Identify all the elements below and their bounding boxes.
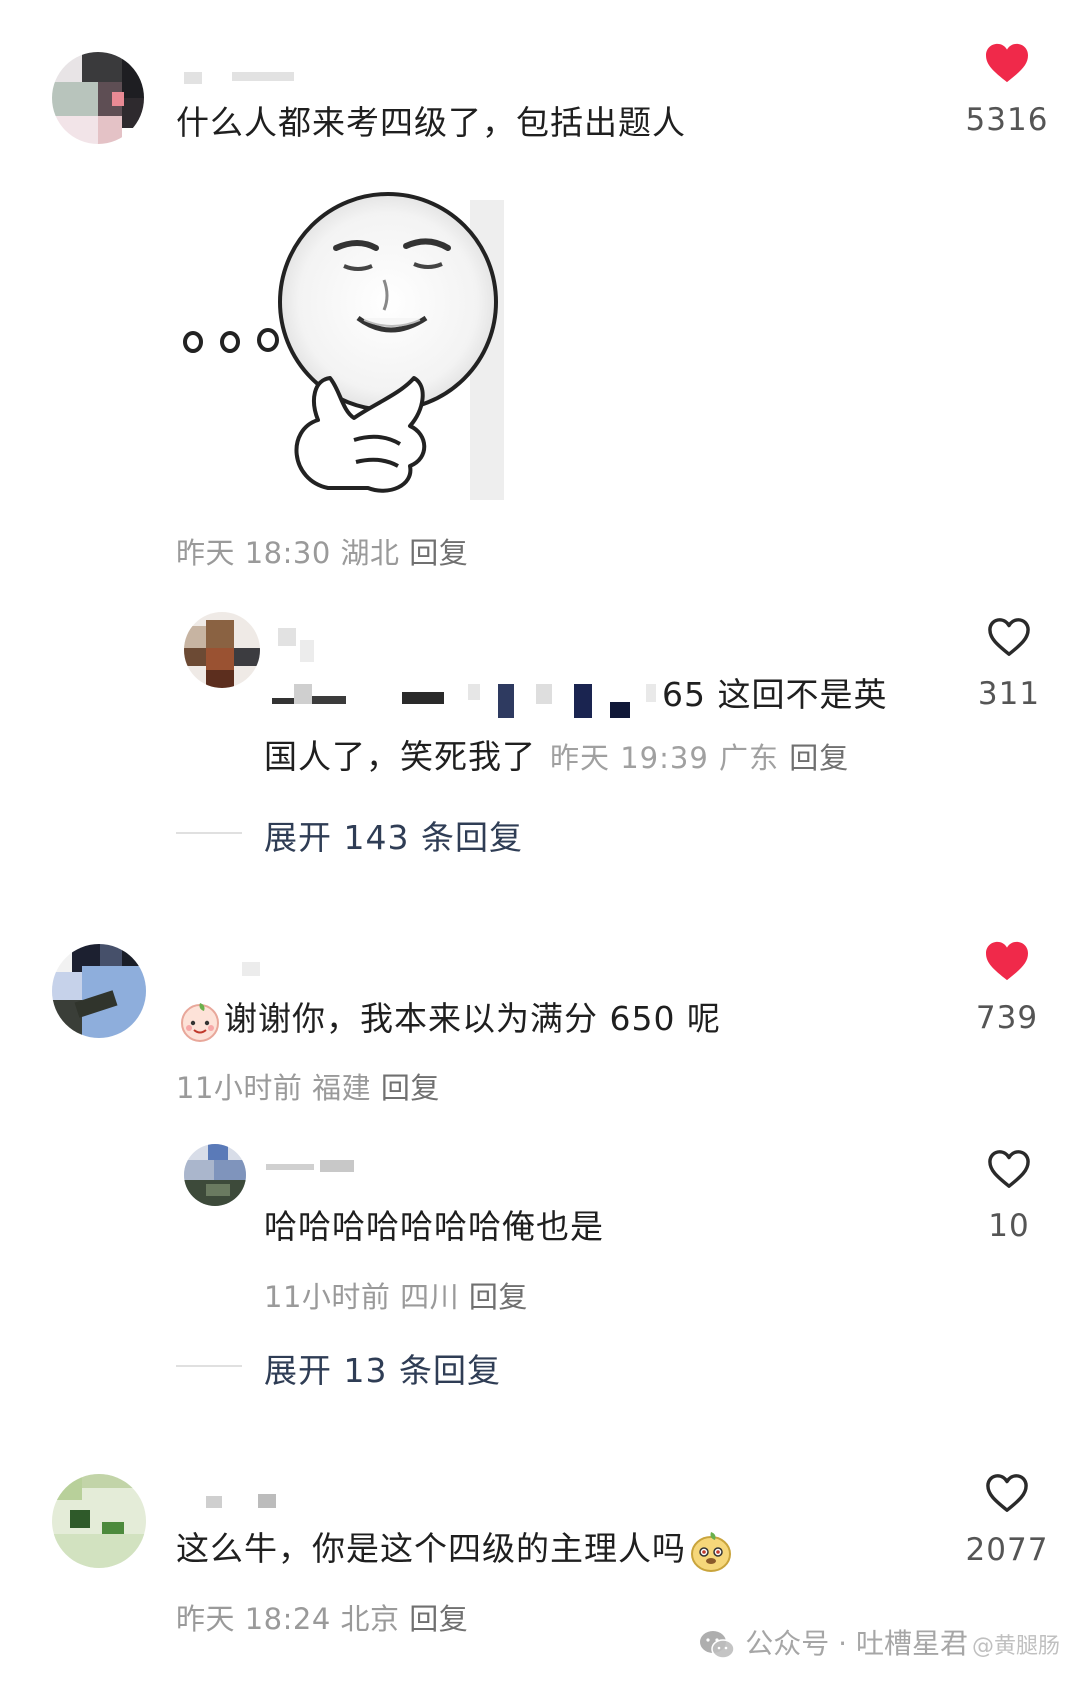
watermark-text: 公众号 · 吐槽星君: [745, 1627, 968, 1660]
avatar[interactable]: [52, 52, 144, 144]
wechat-icon: [700, 1631, 736, 1659]
username-redacted[interactable]: [258, 1494, 276, 1508]
reply-button[interactable]: 回复: [469, 1280, 528, 1314]
comment-text: 谢谢你，我本来以为满分 650 呢: [176, 990, 721, 1048]
username-redacted[interactable]: [206, 1496, 222, 1508]
username-redacted[interactable]: [320, 1160, 354, 1172]
reply-text: 国人了，笑死我了: [264, 737, 536, 776]
comment-text-body: 这么牛，你是这个四级的主理人吗: [176, 1529, 686, 1568]
expand-replies-button[interactable]: 展开 143 条回复: [264, 811, 523, 859]
heart-outline-icon: [986, 1474, 1028, 1512]
username-redacted[interactable]: [242, 962, 260, 976]
comment-section: 什么人都来考四级了，包括出题人 5316 昨天 18:30 湖北 回复 65 这…: [0, 0, 1080, 1682]
comment-meta: 11小时前 福建 回复: [176, 1065, 440, 1107]
comment-text-body: 谢谢你，我本来以为满分 650 呢: [224, 999, 721, 1038]
avatar[interactable]: [52, 944, 146, 1038]
comment-location: 四川: [400, 1280, 460, 1314]
doge-face-emoji-icon: [691, 1531, 731, 1572]
reply-text: 哈哈哈哈哈哈哈俺也是: [264, 1207, 604, 1246]
comment-location: 北京: [340, 1602, 400, 1636]
comment-time: 11小时前: [264, 1280, 391, 1314]
comment-meta: 昨天 19:39 广东 回复: [550, 741, 849, 775]
thinking-face-image: [178, 190, 504, 508]
username-redacted[interactable]: [184, 72, 202, 84]
heart-filled-icon: [986, 941, 1028, 981]
username-redacted[interactable]: [300, 640, 314, 662]
watermark-handle: @黄腿肠: [971, 1634, 1060, 1659]
username-redacted[interactable]: [232, 72, 294, 81]
watermark: 公众号 · 吐槽星君 @黄腿肠: [698, 1622, 1060, 1662]
smiling-face-emoji-icon: [181, 1002, 219, 1042]
like-count: 739: [975, 1000, 1039, 1036]
divider: [176, 1365, 242, 1367]
heart-outline-icon: [988, 1150, 1030, 1188]
comment-text: 什么人都来考四级了，包括出题人: [176, 103, 686, 142]
comment-time: 昨天 18:24: [176, 1602, 331, 1636]
reply-text-line2: 国人了，笑死我了 昨天 19:39 广东 回复: [264, 728, 849, 787]
like-button[interactable]: 2077: [952, 1472, 1062, 1568]
comment-location: 广东: [719, 741, 780, 775]
username-redacted[interactable]: [278, 628, 296, 646]
meme-sticker-image[interactable]: [178, 190, 504, 508]
avatar[interactable]: [52, 1474, 146, 1568]
divider: [176, 832, 242, 834]
reply-button[interactable]: 回复: [409, 1602, 468, 1636]
username-redacted[interactable]: [266, 1164, 314, 1170]
like-button[interactable]: 5316: [952, 42, 1062, 138]
comment-time: 昨天 18:30: [176, 536, 331, 570]
comment-text: 这么牛，你是这个四级的主理人吗: [176, 1520, 736, 1578]
like-button[interactable]: 311: [954, 616, 1064, 712]
like-button[interactable]: 739: [952, 940, 1062, 1036]
comment-meta: 昨天 18:30 湖北 回复: [176, 530, 468, 572]
expand-replies-button[interactable]: 展开 13 条回复: [264, 1344, 501, 1392]
like-count: 5316: [965, 102, 1049, 138]
like-count: 311: [977, 676, 1041, 712]
like-button[interactable]: 10: [954, 1148, 1064, 1244]
reply-button[interactable]: 回复: [409, 536, 468, 570]
like-count: 2077: [965, 1532, 1049, 1568]
comment-time: 11小时前: [176, 1071, 303, 1105]
heart-filled-icon: [986, 43, 1028, 83]
comment-time: 昨天 19:39: [550, 741, 709, 775]
like-count: 10: [988, 1208, 1030, 1244]
reply-button[interactable]: 回复: [381, 1071, 440, 1105]
avatar[interactable]: [184, 1144, 246, 1206]
heart-outline-icon: [988, 618, 1030, 656]
reply-button[interactable]: 回复: [789, 741, 849, 775]
comment-location: 湖北: [340, 536, 400, 570]
reply-text-line1: 65 这回不是英: [662, 675, 888, 714]
comment-meta: 昨天 18:24 北京 回复: [176, 1596, 468, 1638]
comment-location: 福建: [312, 1071, 372, 1105]
comment-meta: 11小时前 四川 回复: [264, 1274, 528, 1316]
avatar[interactable]: [184, 612, 260, 688]
